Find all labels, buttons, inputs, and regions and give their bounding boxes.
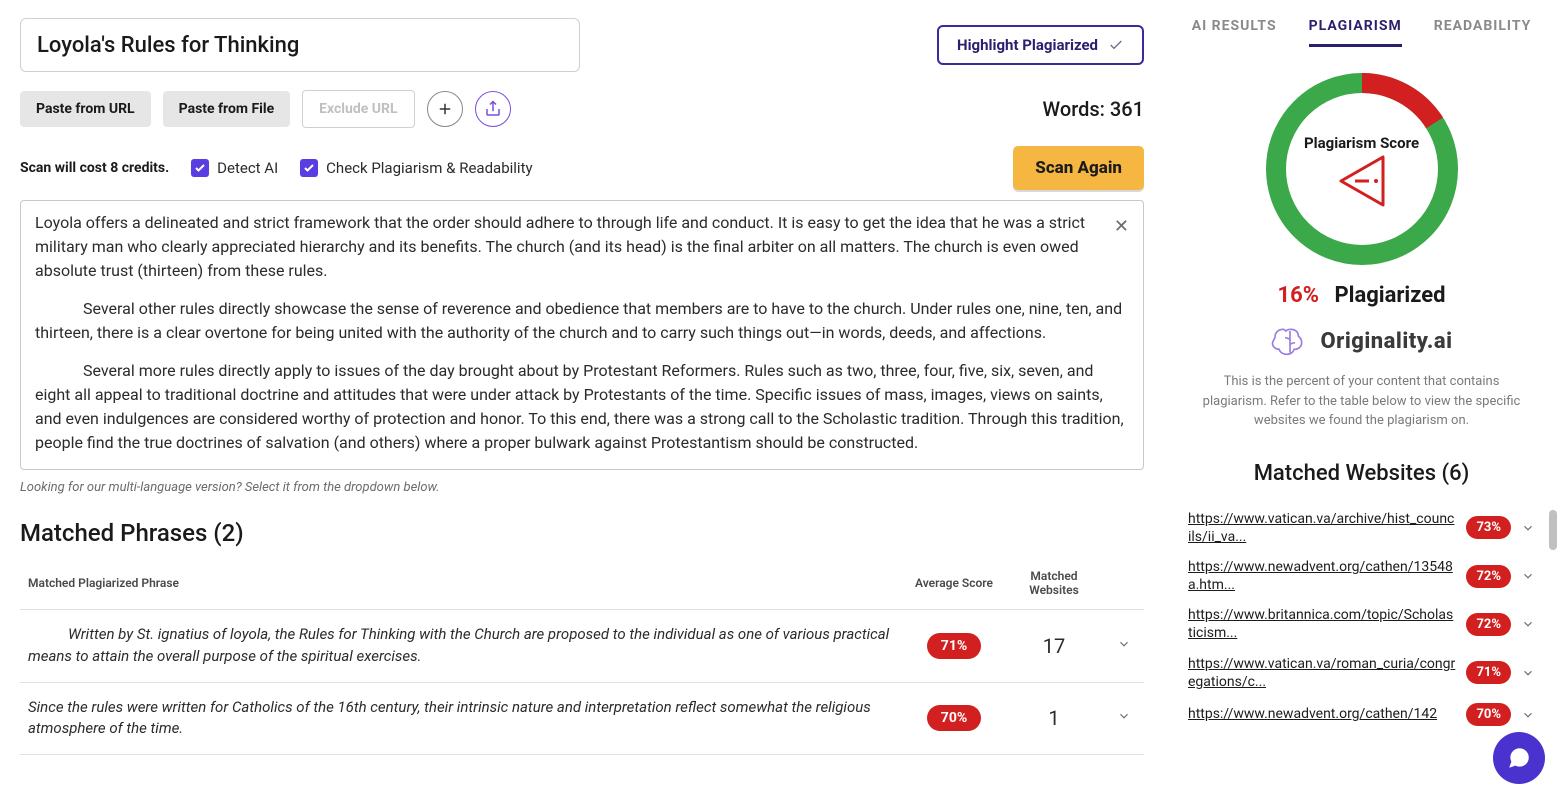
share-button[interactable]	[475, 91, 511, 127]
matched-website-row[interactable]: https://www.britannica.com/topic/Scholas…	[1184, 600, 1539, 648]
content-paragraph: Several more rules directly apply to iss…	[35, 359, 1129, 455]
paste-from-file-button[interactable]: Paste from File	[163, 91, 291, 127]
chevron-down-icon[interactable]	[1521, 569, 1535, 583]
check-icon	[1108, 37, 1124, 53]
detect-ai-checkbox[interactable]: Detect AI	[191, 159, 278, 177]
chevron-down-icon[interactable]	[1521, 617, 1535, 631]
website-score-pill: 71%	[1466, 661, 1511, 684]
share-icon	[484, 100, 502, 118]
content-textarea[interactable]: ✕ Loyola offers a delineated and strict …	[20, 200, 1144, 470]
highlight-plagiarized-label: Highlight Plagiarized	[957, 36, 1098, 54]
chevron-down-icon[interactable]	[1521, 708, 1535, 722]
matched-phrases-heading: Matched Phrases (2)	[20, 519, 1144, 547]
plagiarism-percent: 16%	[1277, 283, 1319, 308]
phrase-text: Written by St. ignatius of loyola, the R…	[28, 624, 896, 668]
plagiarism-gauge: Plagiarism Score	[1262, 69, 1462, 269]
check-plagiarism-label: Check Plagiarism & Readability	[326, 159, 532, 177]
scan-again-button[interactable]: Scan Again	[1013, 146, 1144, 190]
gauge-label: Plagiarism Score	[1304, 134, 1419, 152]
add-button[interactable]	[427, 91, 463, 127]
score-description: This is the percent of your content that…	[1184, 372, 1539, 431]
matched-phrases-table: Matched Plagiarized Phrase Average Score…	[20, 557, 1144, 755]
score-pill: 70%	[927, 705, 981, 731]
content-paragraph: Several other rules directly showcase th…	[35, 297, 1129, 345]
website-link[interactable]: https://www.newadvent.org/cathen/13548a.…	[1188, 558, 1456, 594]
matched-website-row[interactable]: https://www.newadvent.org/cathen/142 70%	[1184, 697, 1539, 732]
plagiarism-word: Plagiarized	[1334, 283, 1445, 308]
matched-website-row[interactable]: https://www.vatican.va/roman_curia/congr…	[1184, 649, 1539, 697]
credit-cost: Scan will cost 8 credits.	[20, 160, 169, 176]
col-phrase: Matched Plagiarized Phrase	[20, 557, 904, 610]
word-count: Words: 361	[1043, 97, 1144, 121]
chevron-down-icon[interactable]	[1521, 666, 1535, 680]
site-count: 17	[1004, 610, 1104, 683]
language-hint: Looking for our multi-language version? …	[20, 480, 1144, 495]
plus-icon	[436, 100, 454, 118]
warning-icon	[1339, 155, 1385, 207]
chevron-down-icon[interactable]	[1117, 709, 1131, 723]
brand-logo: Originality.ai	[1270, 324, 1452, 358]
check-plagiarism-checkbox[interactable]: Check Plagiarism & Readability	[300, 159, 532, 177]
score-pill: 71%	[927, 633, 981, 659]
chat-icon	[1506, 745, 1532, 771]
tab-plagiarism[interactable]: PLAGIARISM	[1309, 18, 1402, 47]
table-row[interactable]: Since the rules were written for Catholi…	[20, 682, 1144, 755]
tab-ai-results[interactable]: AI RESULTS	[1192, 18, 1277, 47]
checkbox-checked-icon	[300, 159, 318, 177]
matched-website-row[interactable]: https://www.newadvent.org/cathen/13548a.…	[1184, 552, 1539, 600]
matched-websites-heading: Matched Websites (6)	[1184, 461, 1539, 486]
phrase-text: Since the rules were written for Catholi…	[20, 682, 904, 755]
clear-text-button[interactable]: ✕	[1114, 213, 1129, 240]
content-paragraph: Loyola offers a delineated and strict fr…	[35, 211, 1129, 283]
tab-readability[interactable]: READABILITY	[1434, 18, 1532, 47]
website-score-pill: 70%	[1466, 703, 1511, 726]
document-title-input[interactable]	[20, 18, 580, 72]
col-matched-sites: Matched Websites	[1004, 557, 1104, 610]
highlight-plagiarized-button[interactable]: Highlight Plagiarized	[937, 25, 1144, 65]
exclude-url-button[interactable]: Exclude URL	[302, 90, 414, 128]
detect-ai-label: Detect AI	[217, 159, 278, 177]
brand-name: Originality.ai	[1320, 329, 1452, 354]
brain-icon	[1270, 324, 1310, 358]
col-avg-score: Average Score	[904, 557, 1004, 610]
paste-from-url-button[interactable]: Paste from URL	[20, 91, 151, 127]
chevron-down-icon[interactable]	[1117, 637, 1131, 651]
matched-website-row[interactable]: https://www.vatican.va/archive/hist_coun…	[1184, 504, 1539, 552]
site-count: 1	[1004, 682, 1104, 755]
table-row[interactable]: Written by St. ignatius of loyola, the R…	[20, 610, 1144, 683]
chevron-down-icon[interactable]	[1521, 521, 1535, 535]
website-score-pill: 73%	[1466, 516, 1511, 539]
website-score-pill: 72%	[1466, 565, 1511, 588]
chat-button[interactable]	[1493, 732, 1545, 784]
website-link[interactable]: https://www.britannica.com/topic/Scholas…	[1188, 606, 1456, 642]
checkbox-checked-icon	[191, 159, 209, 177]
website-link[interactable]: https://www.vatican.va/roman_curia/congr…	[1188, 655, 1456, 691]
website-score-pill: 72%	[1466, 613, 1511, 636]
scrollbar[interactable]	[1549, 510, 1557, 550]
website-link[interactable]: https://www.newadvent.org/cathen/142	[1188, 705, 1456, 723]
website-link[interactable]: https://www.vatican.va/archive/hist_coun…	[1188, 510, 1456, 546]
